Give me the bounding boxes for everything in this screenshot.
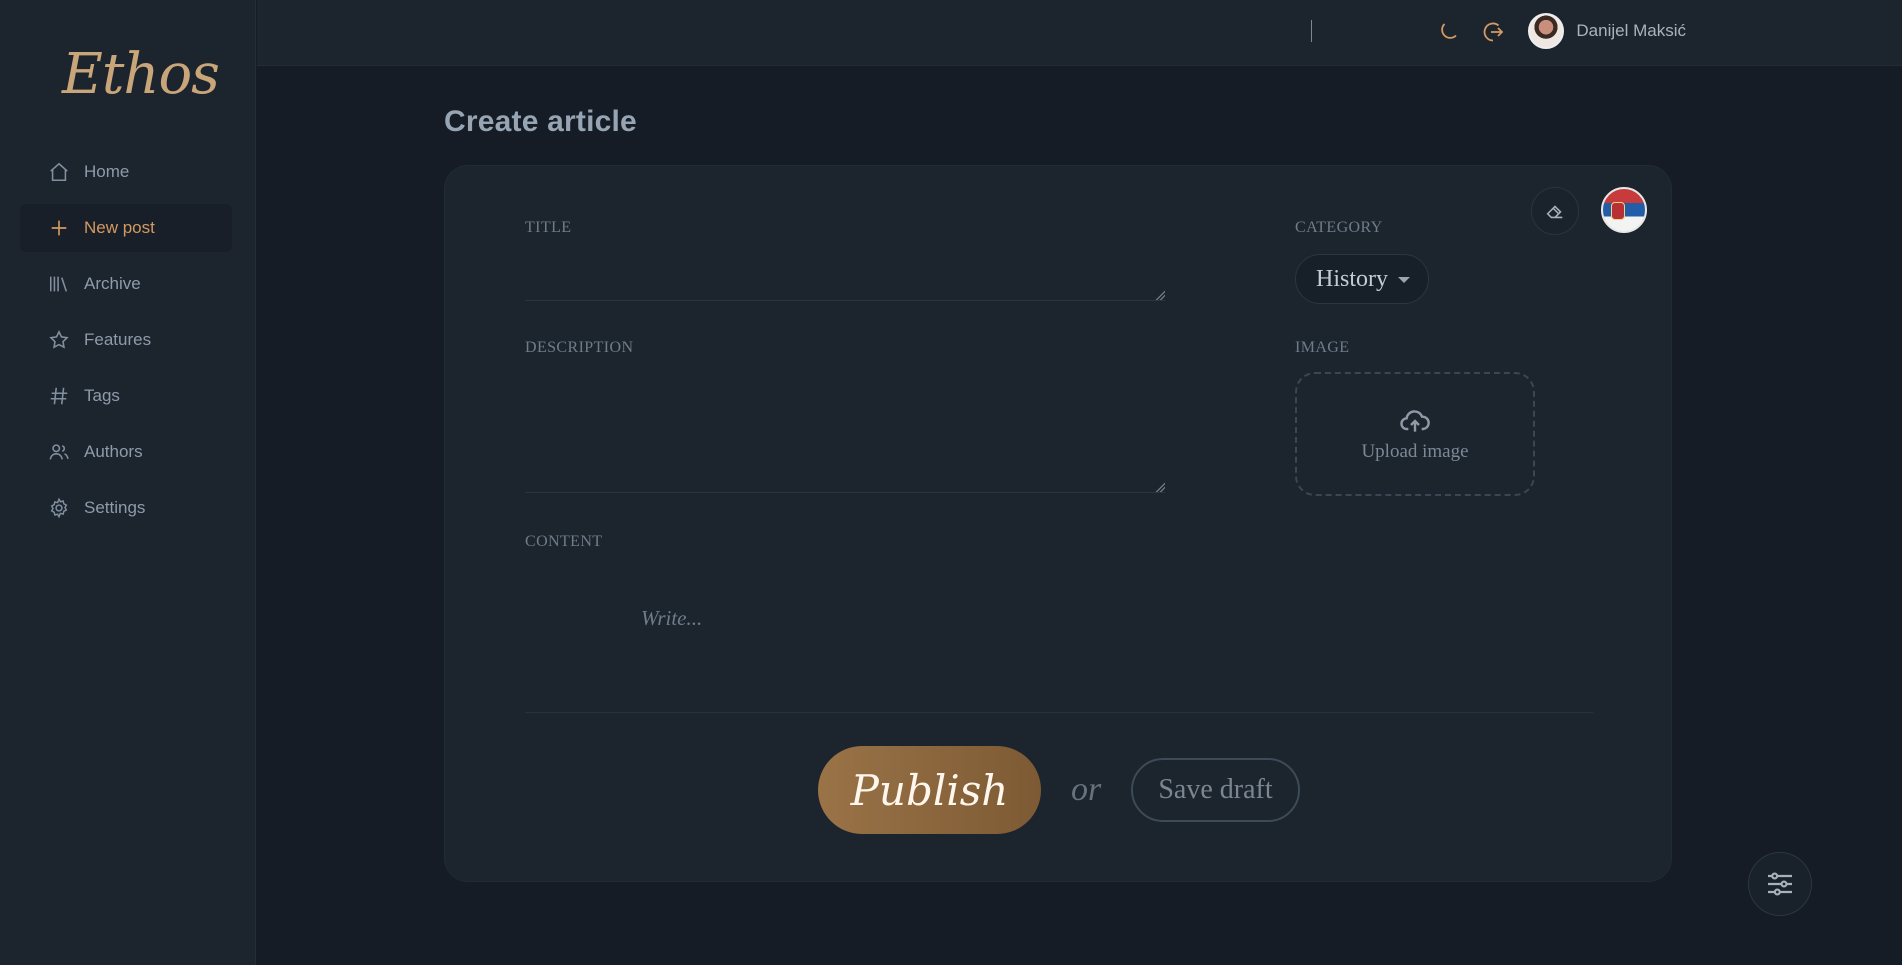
sidebar-item-label: Features [84,330,152,349]
upload-image-label: Upload image [1361,441,1469,462]
moon-icon[interactable] [1436,20,1460,44]
logout-icon[interactable] [1481,20,1505,44]
user-name: Danijel Maksić [1576,21,1686,40]
cloud-upload-icon [1400,410,1430,432]
hashtag-icon [50,387,68,405]
upload-image-dropzone[interactable]: Upload image [1295,372,1535,496]
category-value: History [1316,265,1388,292]
user-menu[interactable]: Danijel Maksić [1528,13,1686,49]
sidebar-item-tags[interactable]: Tags [20,372,232,420]
title-input[interactable] [525,246,1165,301]
save-draft-button[interactable]: Save draft [1131,758,1300,822]
title-resize-handle[interactable] [1155,290,1165,300]
eraser-icon [1546,205,1563,219]
sidebar-item-label: Archive [84,274,141,293]
app-logo[interactable]: Ethos [62,42,220,107]
sidebar-item-archive[interactable]: Archive [20,260,232,308]
article-form-card: TITLE DESCRIPTION CONTENT Write... CATEG… [444,165,1672,882]
category-select[interactable]: History [1295,254,1429,304]
users-icon [49,444,69,460]
top-bar: Danijel Maksić [257,0,1902,66]
sidebar-nav: Home New post Archive Features Tags Auth… [20,148,232,540]
description-resize-handle[interactable] [1155,482,1165,492]
avatar[interactable] [1528,13,1565,49]
sidebar-item-label: New post [84,218,155,237]
content-editor-placeholder[interactable]: Write... [641,606,702,631]
description-textarea[interactable] [525,366,1165,493]
sidebar-item-home[interactable]: Home [20,148,232,196]
title-label: TITLE [525,219,572,236]
topbar-separator [1311,20,1312,42]
plus-icon [51,220,67,236]
sidebar-item-label: Authors [84,442,143,461]
clear-form-button[interactable] [1531,187,1579,235]
content-label: CONTENT [525,533,603,550]
serbia-flag-icon[interactable] [1601,187,1647,233]
image-label: IMAGE [1295,339,1350,356]
archive-icon [49,276,68,292]
publish-button[interactable]: Publish [818,746,1041,834]
star-icon [49,329,69,349]
page-title: Create article [444,105,637,138]
sidebar-item-label: Tags [84,386,120,405]
gear-icon [50,497,68,519]
sidebar-item-label: Settings [84,498,146,517]
display-settings-button[interactable] [1748,852,1812,916]
chevron-down-icon [1398,277,1410,283]
sidebar-item-label: Home [84,162,130,181]
sidebar: Ethos Home New post Archive Features Tag… [0,0,256,965]
sliders-icon [1768,872,1792,896]
sidebar-item-settings[interactable]: Settings [20,484,232,532]
sidebar-item-new-post[interactable]: New post [20,204,232,252]
or-text: or [1071,771,1102,808]
content-divider [525,712,1593,713]
description-label: DESCRIPTION [525,339,634,356]
home-icon [50,162,68,182]
sidebar-item-authors[interactable]: Authors [20,428,232,476]
category-label: CATEGORY [1295,219,1383,236]
sidebar-item-features[interactable]: Features [20,316,232,364]
